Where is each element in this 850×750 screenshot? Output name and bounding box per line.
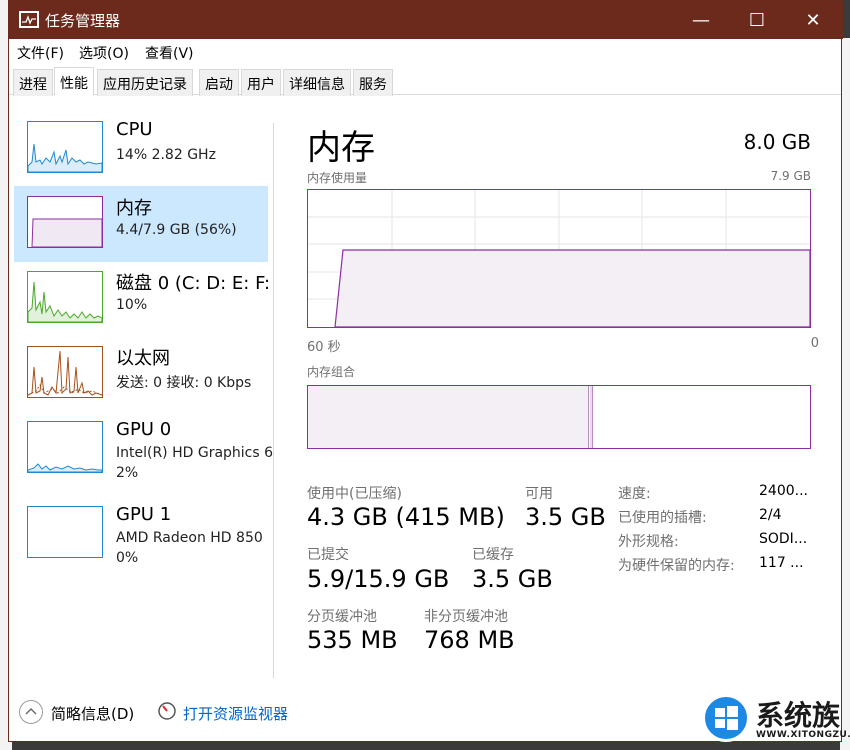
sidebar-item-subtitle: 14% 2.82 GHz [116,147,216,163]
resource-monitor-icon [157,701,177,721]
watermark-url: WWW.XITONGZU.COM [756,730,850,740]
sidebar-item-title: GPU 0 [116,419,172,440]
sidebar-item-title: 以太网 [116,348,170,369]
sidebar-item-subtitle: 10% [116,297,148,313]
maximize-icon: ☐ [748,9,766,31]
memory-in-use-segment[interactable] [308,386,589,448]
speed-value: 2400... [759,483,808,499]
slots-label: 已使用的插槽: [618,510,707,526]
memory-usage-plot [308,190,811,328]
sidebar-item-title: CPU [116,119,153,140]
window-title: 任务管理器 [45,12,121,30]
windows-logo-icon [702,694,750,742]
sidebar-item-subtitle: 4.4/7.9 GB (56%) [116,222,237,238]
title-bar[interactable]: 任务管理器 — ☐ ✕ [9,1,843,39]
sidebar-item-cpu[interactable]: CPU 14% 2.82 GHz [14,111,268,187]
total-memory: 8.0 GB [743,130,811,154]
sidebar-item-ethernet[interactable]: 以太网 发送: 0 接收: 0 Kbps [14,336,268,412]
memory-thumbnail [27,196,103,248]
available-value: 3.5 GB [525,503,606,531]
committed-label: 已提交 [307,547,349,563]
tab-users[interactable]: 用户 [241,69,281,96]
graph-axis-end: 0 [810,336,819,351]
menu-options[interactable]: 选项(O) [79,43,129,63]
sidebar-item-disk[interactable]: 磁盘 0 (C: D: E: F: 10% [14,261,271,337]
panel-divider[interactable] [273,123,274,678]
ethernet-thumbnail [27,346,103,398]
memory-detail-panel: 内存 8.0 GB 内存使用量 7.9 GB 60 秒 0 内存组合 使用中(已… [299,96,829,676]
speed-label: 速度: [618,486,651,502]
gpu1-thumbnail [27,506,103,558]
maximize-button[interactable]: ☐ [729,1,785,39]
disk-thumbnail [27,271,103,323]
watermark-text: 系统族 [756,699,841,732]
sidebar-item-title: 内存 [116,198,152,219]
form-factor-label: 外形规格: [618,534,679,550]
cached-label: 已缓存 [472,547,514,563]
usage-graph-label: 内存使用量 [307,171,368,185]
in-use-value: 4.3 GB (415 MB) [307,503,505,531]
sidebar-item-subtitle: AMD Radeon HD 850 [116,530,263,546]
in-use-label: 使用中(已压缩) [307,486,402,502]
sidebar-item-title: GPU 1 [116,504,172,525]
task-manager-window: 任务管理器 — ☐ ✕ 文件(F) 选项(O) 查看(V) 进程 性能 应用历史… [8,0,843,742]
hardware-reserved-value: 117 ... [759,555,804,571]
form-factor-value: SODI... [759,531,808,547]
close-button[interactable]: ✕ [785,1,841,39]
nonpaged-pool-label: 非分页缓冲池 [424,609,508,625]
memory-composition-bar [307,385,811,449]
cached-value: 3.5 GB [472,565,553,593]
sidebar-item-usage: 2% [116,465,139,481]
slots-value: 2/4 [759,507,782,523]
nonpaged-pool-value: 768 MB [424,626,515,654]
collapse-button[interactable] [19,700,43,724]
minimize-icon: — [692,9,710,31]
sidebar-item-gpu0[interactable]: GPU 0 Intel(R) HD Graphics 6 2% [14,411,273,487]
sidebar-item-subtitle: 发送: 0 接收: 0 Kbps [116,375,252,391]
cpu-thumbnail [27,121,103,173]
fewer-details-link[interactable]: 简略信息(D) [51,703,134,724]
tab-bar: 进程 性能 应用历史记录 启动 用户 详细信息 服务 [9,65,841,96]
hardware-reserved-label: 为硬件保留的内存: [618,558,735,574]
tab-processes[interactable]: 进程 [13,69,53,96]
graph-axis-start: 60 秒 [307,340,341,355]
sidebar-item-gpu1[interactable]: GPU 1 AMD Radeon HD 850 0% [14,496,268,572]
tab-app-history[interactable]: 应用历史记录 [97,69,193,96]
tab-services[interactable]: 服务 [353,69,393,96]
available-label: 可用 [525,486,553,502]
menu-file[interactable]: 文件(F) [17,43,64,63]
sidebar-item-memory[interactable]: 内存 4.4/7.9 GB (56%) [14,186,268,262]
close-icon: ✕ [805,9,821,31]
menu-view[interactable]: 查看(V) [145,43,194,63]
sidebar-item-usage: 0% [116,550,139,566]
paged-pool-label: 分页缓冲池 [307,609,377,625]
minimize-button[interactable]: — [673,1,729,39]
committed-value: 5.9/15.9 GB [307,565,450,593]
gpu0-thumbnail [27,421,103,473]
usage-graph-max: 7.9 GB [770,169,811,183]
sidebar-item-title: 磁盘 0 (C: D: E: F: [116,273,271,294]
task-manager-icon [19,11,39,28]
paged-pool-value: 535 MB [307,626,398,654]
tab-details[interactable]: 详细信息 [283,69,351,96]
page-title: 内存 [307,128,375,168]
memory-usage-graph [307,189,811,328]
tab-performance[interactable]: 性能 [54,67,94,96]
composition-label: 内存组合 [307,365,356,379]
performance-sidebar: CPU 14% 2.82 GHz 内存 4.4/7.9 GB (56%) 磁盘 … [9,96,273,676]
tab-startup[interactable]: 启动 [199,69,239,96]
menu-bar: 文件(F) 选项(O) 查看(V) [9,39,841,65]
site-watermark: 系统族 WWW.XITONGZU.COM [698,690,850,748]
open-resource-monitor-link[interactable]: 打开资源监视器 [183,703,288,724]
chevron-up-icon [25,708,37,715]
memory-modified-segment[interactable] [590,386,593,448]
sidebar-item-subtitle: Intel(R) HD Graphics 6 [116,445,273,461]
